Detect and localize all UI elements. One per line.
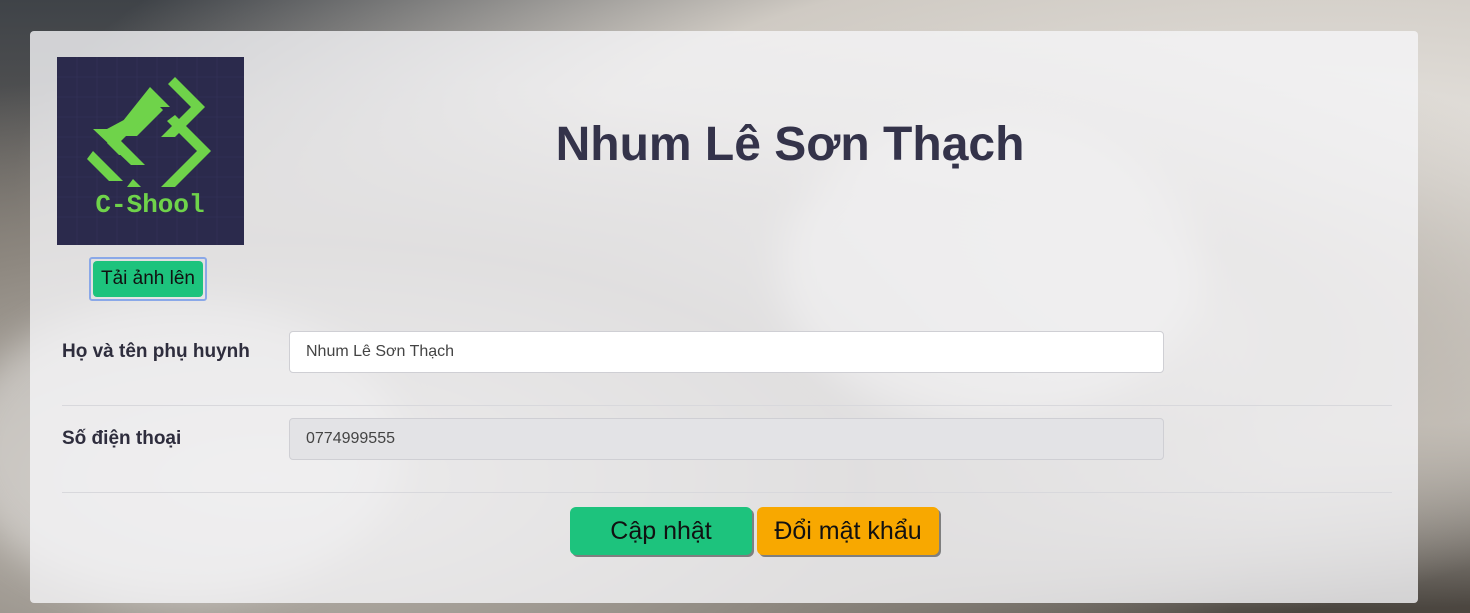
upload-photo-button[interactable]: Tải ảnh lên	[89, 257, 207, 301]
parent-name-input[interactable]	[289, 331, 1164, 373]
profile-card: C-Shool Tải ảnh lên Nhum Lê Sơn Thạch Họ…	[30, 31, 1418, 603]
upload-photo-label: Tải ảnh lên	[93, 261, 203, 297]
phone-input[interactable]	[289, 418, 1164, 460]
phone-row: Số điện thoại	[62, 406, 1392, 493]
c-shool-logo: C-Shool	[57, 57, 244, 245]
update-button[interactable]: Cập nhật	[570, 507, 752, 555]
page-title: Nhum Lê Sơn Thạch	[555, 118, 1025, 171]
logo-text: C-Shool	[95, 190, 204, 220]
parent-name-row: Họ và tên phụ huynh	[62, 319, 1392, 406]
change-password-button[interactable]: Đổi mật khẩu	[757, 507, 939, 555]
parent-name-label: Họ và tên phụ huynh	[62, 341, 250, 362]
avatar: C-Shool	[57, 57, 244, 245]
phone-label: Số điện thoại	[62, 428, 182, 449]
